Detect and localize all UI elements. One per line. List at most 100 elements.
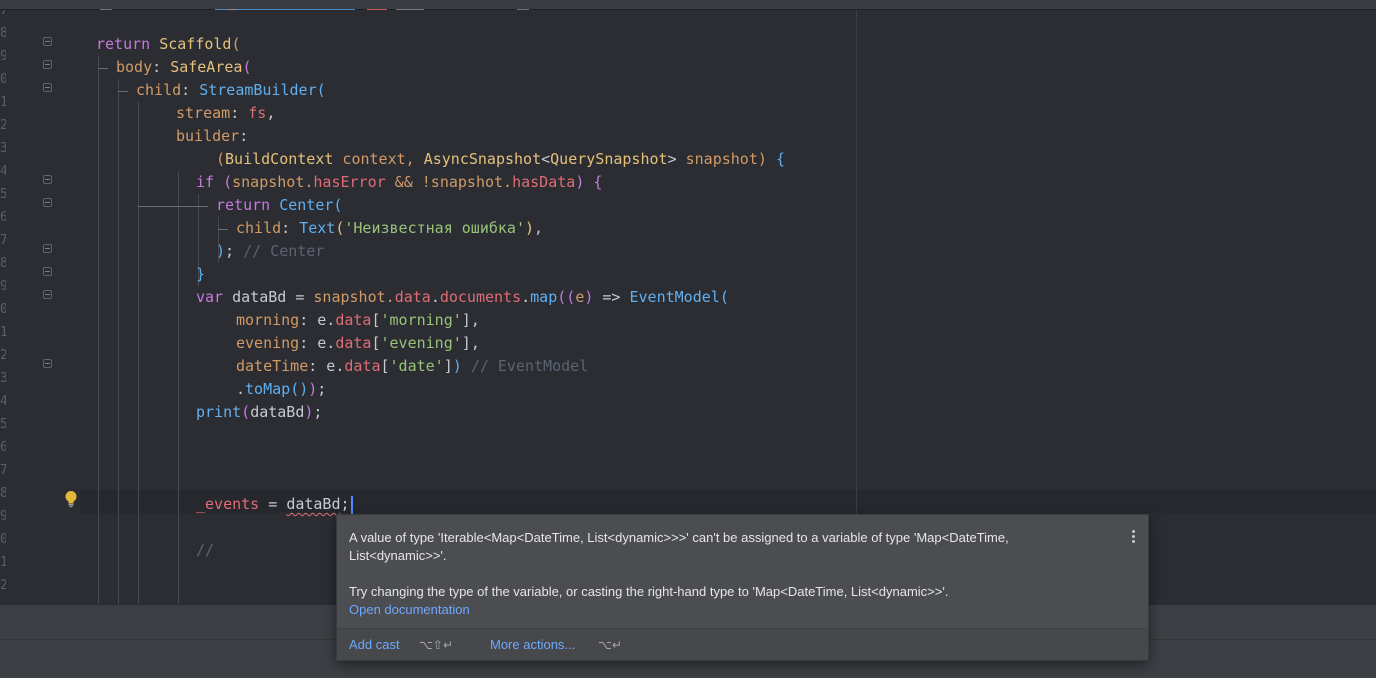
bracket-token: [ [371, 311, 381, 329]
line-number: 1 [0, 325, 6, 340]
code-line[interactable]: child: StreamBuilder( [136, 79, 326, 102]
punct-token: : e. [299, 334, 336, 352]
paren-token: ( [557, 288, 567, 306]
code-line[interactable]: stream: fs, [176, 102, 275, 125]
punct-token: : [181, 81, 200, 99]
fold-marker-icon[interactable] [43, 60, 52, 69]
code-line[interactable]: .toMap()); [236, 378, 326, 401]
class-token: StreamBuilder [199, 81, 317, 99]
param-token: snapshot. [313, 288, 395, 306]
error-tooltip-popup[interactable]: A value of type 'Iterable<Map<DateTime, … [336, 514, 1149, 661]
line-number: 5 [0, 417, 6, 432]
param-token: snapshot. [232, 173, 314, 191]
closure-guide [98, 68, 108, 69]
comment-token: // Center [243, 242, 325, 260]
paren-token: ) [525, 219, 535, 237]
code-line[interactable]: print(dataBd); [196, 401, 322, 424]
comment-token: // EventModel [470, 357, 589, 375]
fold-marker-icon[interactable] [43, 359, 52, 368]
text-caret [350, 495, 353, 514]
punct-token: : e. [299, 311, 336, 329]
class-token: BuildContext [225, 150, 334, 168]
class-token: Center [279, 196, 334, 214]
bracket-token: ] [443, 357, 453, 375]
code-line[interactable]: var dataBd = snapshot.data.documents.map… [196, 286, 729, 309]
more-vertical-icon[interactable] [1128, 529, 1138, 545]
editor-gutter[interactable]: 7 8 9 0 1 2 3 4 5 6 7 8 9 0 1 2 3 4 5 6 … [0, 10, 80, 604]
line-number: 4 [0, 164, 6, 179]
line-number: 8 [0, 26, 6, 41]
punct-token: , [470, 311, 480, 329]
punct-token: < [541, 150, 551, 168]
fold-marker-icon[interactable] [43, 244, 52, 253]
popup-action-bar: Add cast ⌥⇧↵ More actions... ⌥↵ [337, 628, 1148, 660]
code-line-current[interactable]: _events = dataBd; [196, 493, 353, 516]
keyword-token: return [216, 196, 280, 214]
paren-token: () [290, 380, 309, 398]
punct-token: . [521, 288, 531, 306]
line-number: 7 [0, 10, 6, 18]
fold-marker-icon[interactable] [43, 198, 52, 207]
param-token: morning [236, 311, 300, 329]
lightbulb-icon[interactable] [64, 490, 78, 508]
code-line[interactable]: (BuildContext context, AsyncSnapshot<Que… [216, 148, 785, 171]
code-line[interactable]: dateTime: e.data['date']) // EventModel [236, 355, 588, 378]
closure-guide [218, 229, 228, 230]
code-line[interactable]: } [196, 263, 205, 286]
fold-marker-icon[interactable] [43, 290, 52, 299]
method-token: map [530, 288, 558, 306]
keyword-token: if [196, 173, 224, 191]
field-token: hasError [313, 173, 386, 191]
punct-token: > [667, 150, 686, 168]
class-token: AsyncSnapshot [423, 150, 542, 168]
line-number: 7 [0, 463, 6, 478]
line-number: 5 [0, 187, 6, 202]
code-line[interactable]: body: SafeArea( [116, 56, 251, 79]
punct-token: : [230, 104, 249, 122]
class-token: SafeArea [170, 58, 243, 76]
code-line[interactable]: builder: [176, 125, 248, 148]
open-documentation-link[interactable]: Open documentation [349, 601, 470, 619]
paren-token: ( [566, 288, 576, 306]
fold-marker-icon[interactable] [43, 175, 52, 184]
string-token: 'date' [389, 357, 444, 375]
variable-token: dataBd = [232, 288, 314, 306]
code-line[interactable]: return Center( [216, 194, 342, 217]
code-line[interactable]: // [196, 539, 214, 562]
field-token: hasData [512, 173, 576, 191]
code-line[interactable]: ); // Center [216, 240, 324, 263]
param-token: evening [236, 334, 300, 352]
param-token: builder [176, 127, 240, 145]
brace-token: { [593, 173, 603, 191]
paren-token: ) [452, 357, 471, 375]
fold-marker-icon[interactable] [43, 83, 52, 92]
code-line[interactable]: if (snapshot.hasError && !snapshot.hasDa… [196, 171, 602, 194]
paren-token: ( [223, 173, 233, 191]
punct-token: = [259, 495, 287, 513]
param-token: child [236, 219, 282, 237]
field-token: _events [196, 495, 260, 513]
string-token: 'Неизвестная ошибка' [344, 219, 525, 237]
fold-marker-icon[interactable] [43, 37, 52, 46]
punct-token: : [239, 127, 249, 145]
add-cast-button[interactable]: Add cast [349, 636, 400, 654]
more-actions-button[interactable]: More actions... [490, 636, 575, 654]
line-number: 3 [0, 141, 6, 156]
paren-token: ) [308, 380, 318, 398]
indent-guide [118, 79, 119, 604]
param-token: context, [333, 150, 424, 168]
code-line[interactable]: child: Text('Неизвестная ошибка'), [236, 217, 543, 240]
line-number: 3 [0, 371, 6, 386]
param-token: snapshot [685, 150, 758, 168]
editor-tab-bar[interactable] [0, 0, 1376, 12]
line-number: 2 [0, 118, 6, 133]
paren-token: ( [333, 196, 343, 214]
line-number: 2 [0, 348, 6, 363]
bracket-token: ] [461, 334, 471, 352]
code-line[interactable]: evening: e.data['evening'], [236, 332, 480, 355]
fold-marker-icon[interactable] [43, 267, 52, 276]
code-line[interactable]: morning: e.data['morning'], [236, 309, 480, 332]
class-token: EventModel [629, 288, 720, 306]
code-line[interactable]: return Scaffold( [96, 33, 241, 56]
error-token[interactable]: dataBd [286, 495, 340, 513]
